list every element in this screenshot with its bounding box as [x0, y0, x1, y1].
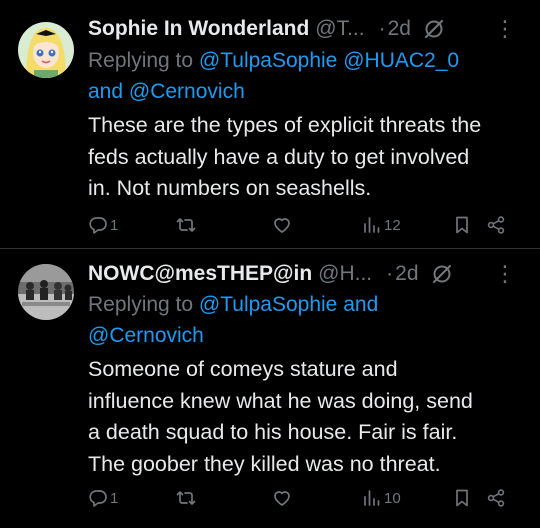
retweet-button[interactable] [176, 212, 198, 238]
mention-link[interactable]: @Cernovich [88, 324, 204, 347]
action-bar: 1 10 [88, 485, 528, 511]
views-button[interactable]: 12 [362, 212, 401, 238]
tweet-text-line: Someone of comeys stature and [88, 357, 398, 381]
replying-to-label: Replying to [88, 293, 194, 316]
replying-to: Replying to @TulpaSophie @HUAC2_0 and @C… [88, 45, 528, 107]
tweet-text-line: in. Not numbers on seashells. [88, 176, 372, 200]
tweet-header: Sophie In Wonderland @T... · 2d ⋮ [88, 14, 528, 44]
tweet-1[interactable]: Sophie In Wonderland @T... · 2d ⋮ Replyi… [0, 0, 540, 248]
reply-button[interactable]: 1 [88, 212, 118, 238]
timestamp[interactable]: 2d [388, 17, 411, 41]
handle[interactable]: @H... [318, 262, 372, 286]
reply-button[interactable]: 1 [88, 485, 118, 511]
tweet-text-line: influence knew what he was doing, send [88, 388, 473, 413]
retweet-icon [176, 218, 196, 232]
share-button[interactable] [486, 212, 506, 238]
mention-link[interactable]: @TulpaSophie [199, 49, 337, 72]
share-button[interactable] [486, 485, 506, 511]
like-button[interactable] [272, 212, 294, 238]
and-label: and [88, 80, 124, 103]
replying-to-label: Replying to [88, 49, 194, 72]
retweet-button[interactable] [176, 485, 198, 511]
grok-icon[interactable] [431, 263, 453, 285]
reply-count: 1 [110, 216, 119, 234]
tweet-text-line: The goober they killed was no threat. [88, 451, 441, 476]
tweet-header: NOWC@mesTHEP@in @H... · 2d ⋮ [88, 259, 528, 289]
share-icon [487, 216, 505, 234]
and-label: and [343, 293, 379, 316]
share-icon [487, 489, 505, 507]
handle[interactable]: @T... [315, 17, 364, 41]
timestamp[interactable]: 2d [395, 262, 418, 286]
bookmark-icon [456, 216, 468, 234]
tweet-text-line: These are the types of explicit threats … [88, 113, 482, 137]
bookmark-button[interactable] [452, 212, 472, 238]
views-count: 12 [384, 216, 401, 234]
more-icon[interactable]: ⋮ [494, 259, 516, 289]
like-icon [274, 491, 290, 506]
views-count: 10 [384, 489, 401, 507]
more-icon[interactable]: ⋮ [494, 14, 516, 44]
bookmark-icon [456, 489, 468, 507]
replying-to: Replying to @TulpaSophie and @Cernovich [88, 289, 528, 351]
mention-link[interactable]: @TulpaSophie [199, 293, 337, 316]
like-button[interactable] [272, 485, 294, 511]
retweet-icon [176, 491, 196, 505]
tweet-text: These are the types of explicit threats … [88, 110, 534, 205]
views-icon [364, 217, 380, 233]
tweet-text-line: feds actually have a duty to get involve… [88, 144, 470, 169]
like-icon [274, 218, 290, 233]
reply-icon [89, 217, 107, 234]
bookmark-button[interactable] [452, 485, 472, 511]
separator-dot: · [386, 262, 394, 285]
reply-count: 1 [110, 489, 119, 507]
separator-dot: · [378, 17, 386, 40]
display-name[interactable]: Sophie In Wonderland [88, 17, 309, 41]
mention-link[interactable]: @Cernovich [129, 80, 245, 103]
mention-link[interactable]: @HUAC2_0 [343, 49, 459, 72]
tweet-2[interactable]: NOWC@mesTHEP@in @H... · 2d ⋮ Replying to… [0, 249, 540, 528]
tweet-text: Someone of comeys stature and influence … [88, 354, 534, 480]
reply-icon [89, 490, 107, 507]
views-icon [364, 490, 380, 506]
display-name[interactable]: NOWC@mesTHEP@in [88, 262, 312, 286]
views-button[interactable]: 10 [362, 485, 401, 511]
grok-icon[interactable] [423, 18, 445, 40]
avatar-nowc[interactable] [18, 264, 74, 320]
action-bar: 1 12 [88, 212, 528, 238]
avatar-sophie[interactable] [18, 22, 74, 78]
tweet-text-line: a death squad to his house. Fair is fair… [88, 420, 458, 444]
